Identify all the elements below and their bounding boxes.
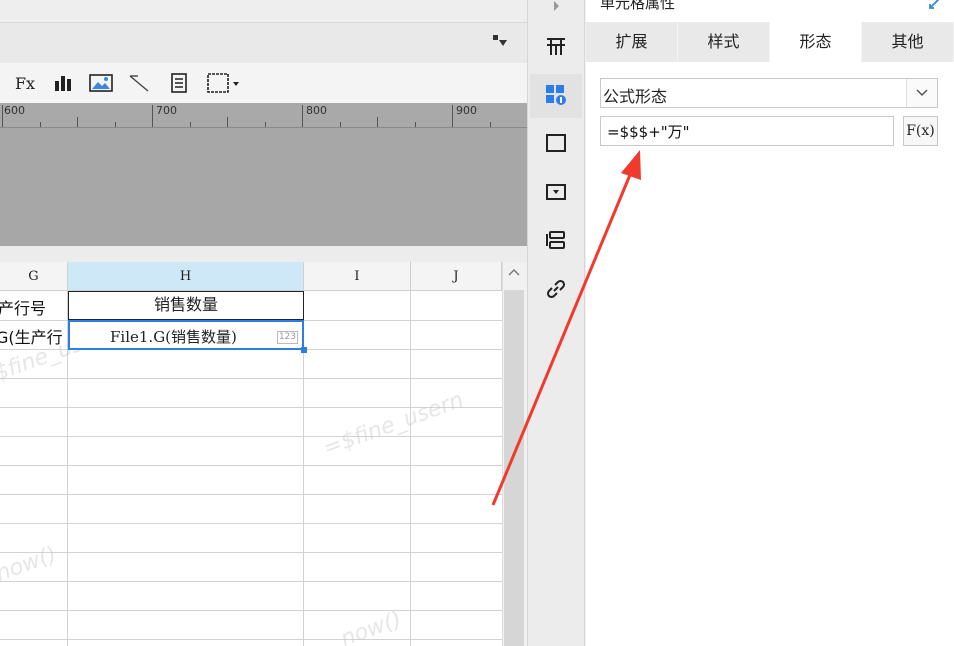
grid-line <box>0 523 502 524</box>
insert-toolbar <box>0 63 527 103</box>
formula-input[interactable] <box>600 116 894 146</box>
image-icon[interactable] <box>88 70 114 96</box>
formula-icon[interactable]: Fx <box>10 70 40 96</box>
cell-g1[interactable]: 产行号 <box>0 295 46 319</box>
property-tabs: 扩展 样式 形态 其他 <box>586 22 954 62</box>
ruler-tick <box>302 105 303 127</box>
collapse-panel-icon[interactable] <box>492 34 510 50</box>
grid-line <box>0 494 502 495</box>
fill-handle[interactable] <box>301 347 307 353</box>
grid-line <box>0 639 502 640</box>
formula-button-label: F(x) <box>906 123 935 139</box>
column-header-i[interactable]: I <box>304 262 411 291</box>
watermark: =$fine_usern <box>320 387 467 462</box>
condition-attribute-icon[interactable] <box>543 227 569 253</box>
watermark: now() <box>337 607 405 646</box>
scrollbar-thumb[interactable] <box>504 290 524 646</box>
grid-line <box>410 291 411 646</box>
cell-attribute-icon[interactable] <box>543 33 569 59</box>
ruler-tick <box>227 117 228 127</box>
horizontal-ruler: 600 700 800 900 <box>0 103 527 128</box>
column-header-h[interactable]: H <box>68 262 304 291</box>
cell-element-icon[interactable] <box>543 82 569 108</box>
ruler-tick <box>490 122 491 127</box>
border-dropdown-icon[interactable] <box>204 70 244 96</box>
tab-shape[interactable]: 形态 <box>770 22 862 62</box>
ruler-tick <box>265 122 266 127</box>
ruler-label: 800 <box>306 104 327 117</box>
widget-icon[interactable] <box>543 179 569 205</box>
ruler-tick <box>190 122 191 127</box>
ruler-tick <box>452 105 453 127</box>
scroll-up-icon[interactable] <box>507 266 521 280</box>
ruler-label: 600 <box>4 104 25 117</box>
sheet-title-bar <box>0 23 527 63</box>
canvas-margin-area <box>0 128 527 246</box>
cell-h1[interactable]: 销售数量 <box>68 291 304 320</box>
ruler-label: 700 <box>156 104 177 117</box>
cell-border-icon[interactable] <box>543 130 569 156</box>
cell-h2-selected[interactable]: File1.G(销售数量) 123 <box>68 320 304 350</box>
grid-line <box>0 436 502 437</box>
column-header-g[interactable]: G <box>0 262 68 291</box>
ruler-tick <box>340 122 341 127</box>
ruler-tick <box>115 122 116 127</box>
column-header-j[interactable]: J <box>411 262 502 291</box>
richtext-icon[interactable] <box>166 70 192 96</box>
tab-style[interactable]: 样式 <box>678 22 770 62</box>
ruler-tick <box>40 122 41 127</box>
hyperlink-icon[interactable] <box>543 276 569 302</box>
ruler-label: 900 <box>456 104 477 117</box>
tab-expand[interactable]: 扩展 <box>586 22 678 62</box>
canvas-gap <box>0 246 527 262</box>
tab-other[interactable]: 其他 <box>862 22 954 62</box>
strip-top-arrow-icon[interactable] <box>543 0 569 12</box>
ruler-tick <box>377 117 378 127</box>
shape-type-value: 公式形态 <box>603 87 668 106</box>
grid-line <box>0 552 502 553</box>
top-bar <box>0 0 527 23</box>
grid-line <box>0 610 502 611</box>
ruler-tick <box>415 122 416 127</box>
ruler-tick <box>2 105 3 127</box>
grid-line <box>0 581 502 582</box>
panel-title: 单元格属性 <box>600 0 676 12</box>
ruler-tick <box>152 105 153 127</box>
grid-line <box>0 465 502 466</box>
number-type-badge: 123 <box>276 331 298 344</box>
expand-panel-icon[interactable] <box>928 0 942 10</box>
ruler-tick <box>77 117 78 127</box>
shape-type-select[interactable]: 公式形态 <box>600 78 938 108</box>
chart-icon[interactable] <box>52 70 76 96</box>
cell-h2-text: File1.G(销售数量) <box>110 328 237 346</box>
formula-editor-button[interactable]: F(x) <box>903 116 938 146</box>
grid-line <box>0 378 502 379</box>
slash-icon[interactable] <box>126 70 152 96</box>
chevron-down-icon[interactable] <box>906 79 937 107</box>
